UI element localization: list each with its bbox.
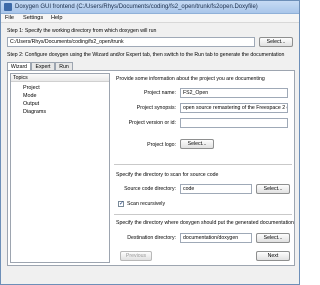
menu-settings[interactable]: Settings: [23, 15, 43, 21]
previous-button[interactable]: Previous: [120, 251, 152, 261]
menu-file[interactable]: File: [5, 15, 14, 21]
source-directory-label: Source code directory:: [124, 186, 176, 192]
window-title: Doxygen GUI frontend (C:/Users/Rhys/Docu…: [15, 4, 258, 10]
project-settings: Provide some information about the proje…: [114, 73, 294, 263]
app-icon: [4, 3, 12, 11]
destination-directory-select-button[interactable]: Select...: [256, 233, 290, 243]
step2-text: Step 2: Configure doxygen using the Wiza…: [7, 52, 285, 58]
source-group: Specify the directory to scan for source…: [114, 169, 292, 215]
title-bar[interactable]: Doxygen GUI frontend (C:/Users/Rhys/Docu…: [1, 1, 299, 14]
source-directory-select-button[interactable]: Select...: [256, 184, 290, 194]
topic-mode[interactable]: Mode: [23, 93, 37, 99]
doxygen-window: Doxygen GUI frontend (C:/Users/Rhys/Docu…: [0, 0, 300, 285]
step1-text: Step 1: Specify the working directory fr…: [7, 28, 157, 34]
menu-help[interactable]: Help: [51, 15, 63, 21]
project-synopsis-field[interactable]: open source remastering of the Freespace…: [180, 103, 288, 113]
source-directory-field[interactable]: code: [180, 184, 252, 194]
destination-heading: Specify the directory where doxygen shou…: [116, 220, 294, 226]
menu-bar: File Settings Help: [1, 14, 299, 23]
destination-group: Specify the directory where doxygen shou…: [114, 217, 294, 249]
topic-project[interactable]: Project: [23, 85, 40, 91]
project-info-group: Provide some information about the proje…: [114, 73, 292, 165]
topic-diagrams[interactable]: Diagrams: [23, 109, 46, 115]
topics-list: Topics Project Mode Output Diagrams: [10, 73, 110, 263]
project-logo-label: Project logo:: [147, 142, 176, 148]
project-synopsis-label: Project synopsis:: [136, 105, 176, 111]
topic-output[interactable]: Output: [23, 101, 39, 107]
working-directory-select-button[interactable]: Select...: [259, 37, 293, 47]
project-version-field[interactable]: [180, 118, 288, 128]
project-name-field[interactable]: FS2_Open: [180, 88, 288, 98]
source-heading: Specify the directory to scan for source…: [116, 172, 219, 178]
wizard-panel: Topics Project Mode Output Diagrams Prov…: [7, 70, 295, 266]
destination-directory-label: Destination directory:: [127, 235, 176, 241]
scan-recursively-checkbox[interactable]: [118, 200, 124, 207]
working-directory-field[interactable]: C:/Users/Rhys/Documents/coding/fs2_open/…: [7, 37, 255, 47]
scan-recursively-label: Scan recursively: [127, 201, 166, 207]
project-info-heading: Provide some information about the proje…: [116, 76, 265, 82]
destination-directory-field[interactable]: documentation/doxygen: [180, 233, 252, 243]
topics-header: Topics: [11, 74, 109, 82]
next-button[interactable]: Next: [256, 251, 290, 261]
project-logo-select-button[interactable]: Select...: [180, 139, 214, 149]
project-version-label: Project version or id:: [128, 120, 176, 126]
project-name-label: Project name:: [143, 90, 176, 96]
